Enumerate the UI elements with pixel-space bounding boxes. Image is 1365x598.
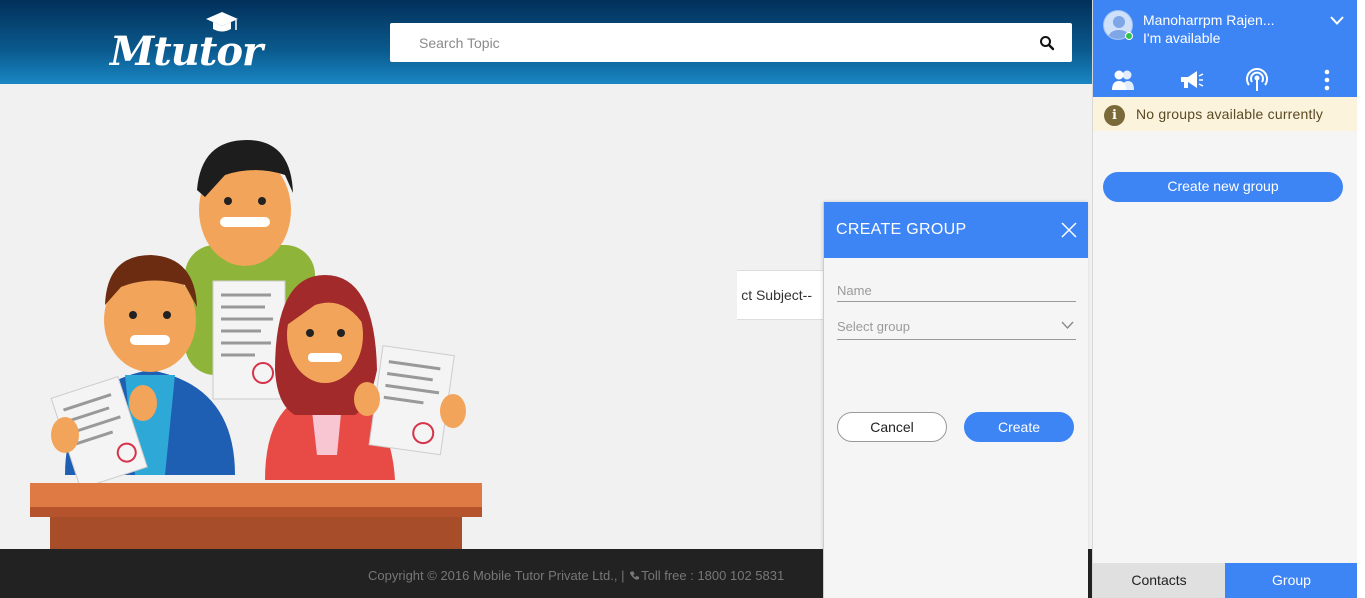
phone-icon <box>630 571 640 580</box>
megaphone-icon[interactable] <box>1178 68 1204 92</box>
tab-group[interactable]: Group <box>1225 563 1358 598</box>
online-status-dot <box>1125 32 1133 40</box>
chevron-down-icon[interactable] <box>1330 16 1344 25</box>
mtutor-logo[interactable]: Mtutor <box>110 10 263 76</box>
subject-select-value: ct Subject-- <box>741 287 812 303</box>
panel-edge <box>1357 0 1365 598</box>
close-icon[interactable] <box>1060 221 1078 239</box>
panel-icon-bar <box>1093 66 1358 96</box>
search-bar <box>390 23 1072 62</box>
chat-panel: Manoharrpm Rajen... I'm available i No g… <box>1092 0 1358 598</box>
footer-text: Copyright © 2016 Mobile Tutor Private Lt… <box>368 568 784 583</box>
create-button[interactable]: Create <box>964 412 1074 442</box>
toll-free-text: Toll free : 1800 102 5831 <box>641 568 785 583</box>
dialog-title: CREATE GROUP <box>836 221 967 238</box>
group-name-field <box>837 274 1076 302</box>
info-icon: i <box>1104 105 1125 126</box>
cancel-button[interactable]: Cancel <box>837 412 947 442</box>
copyright-text: Copyright © 2016 Mobile Tutor Private Lt… <box>368 568 629 583</box>
students-illustration <box>30 140 482 550</box>
broadcast-icon[interactable] <box>1244 68 1270 92</box>
user-name: Manoharrpm Rajen... <box>1143 12 1275 28</box>
group-name-input[interactable] <box>837 274 1076 300</box>
contacts-icon[interactable] <box>1110 68 1136 92</box>
search-icon[interactable] <box>1039 35 1055 51</box>
tab-contacts[interactable]: Contacts <box>1093 563 1225 598</box>
create-group-dialog: CREATE GROUP Select group Cancel Create <box>823 202 1088 598</box>
subject-select[interactable]: ct Subject-- <box>737 270 827 320</box>
dialog-header: CREATE GROUP <box>824 202 1088 258</box>
no-groups-notice: i No groups available currently <box>1093 97 1358 131</box>
graduation-cap-icon <box>206 12 238 32</box>
create-new-group-button[interactable]: Create new group <box>1103 172 1343 202</box>
panel-header: Manoharrpm Rajen... I'm available <box>1093 0 1358 97</box>
user-status[interactable]: I'm available <box>1143 30 1220 46</box>
select-group-placeholder: Select group <box>837 319 910 334</box>
more-vertical-icon[interactable] <box>1314 68 1340 92</box>
dialog-body: Select group Cancel Create <box>824 258 1088 598</box>
notice-text: No groups available currently <box>1136 106 1324 122</box>
search-input[interactable] <box>390 23 1030 62</box>
select-group-dropdown[interactable]: Select group <box>837 312 1076 340</box>
chevron-down-icon <box>1061 321 1074 329</box>
